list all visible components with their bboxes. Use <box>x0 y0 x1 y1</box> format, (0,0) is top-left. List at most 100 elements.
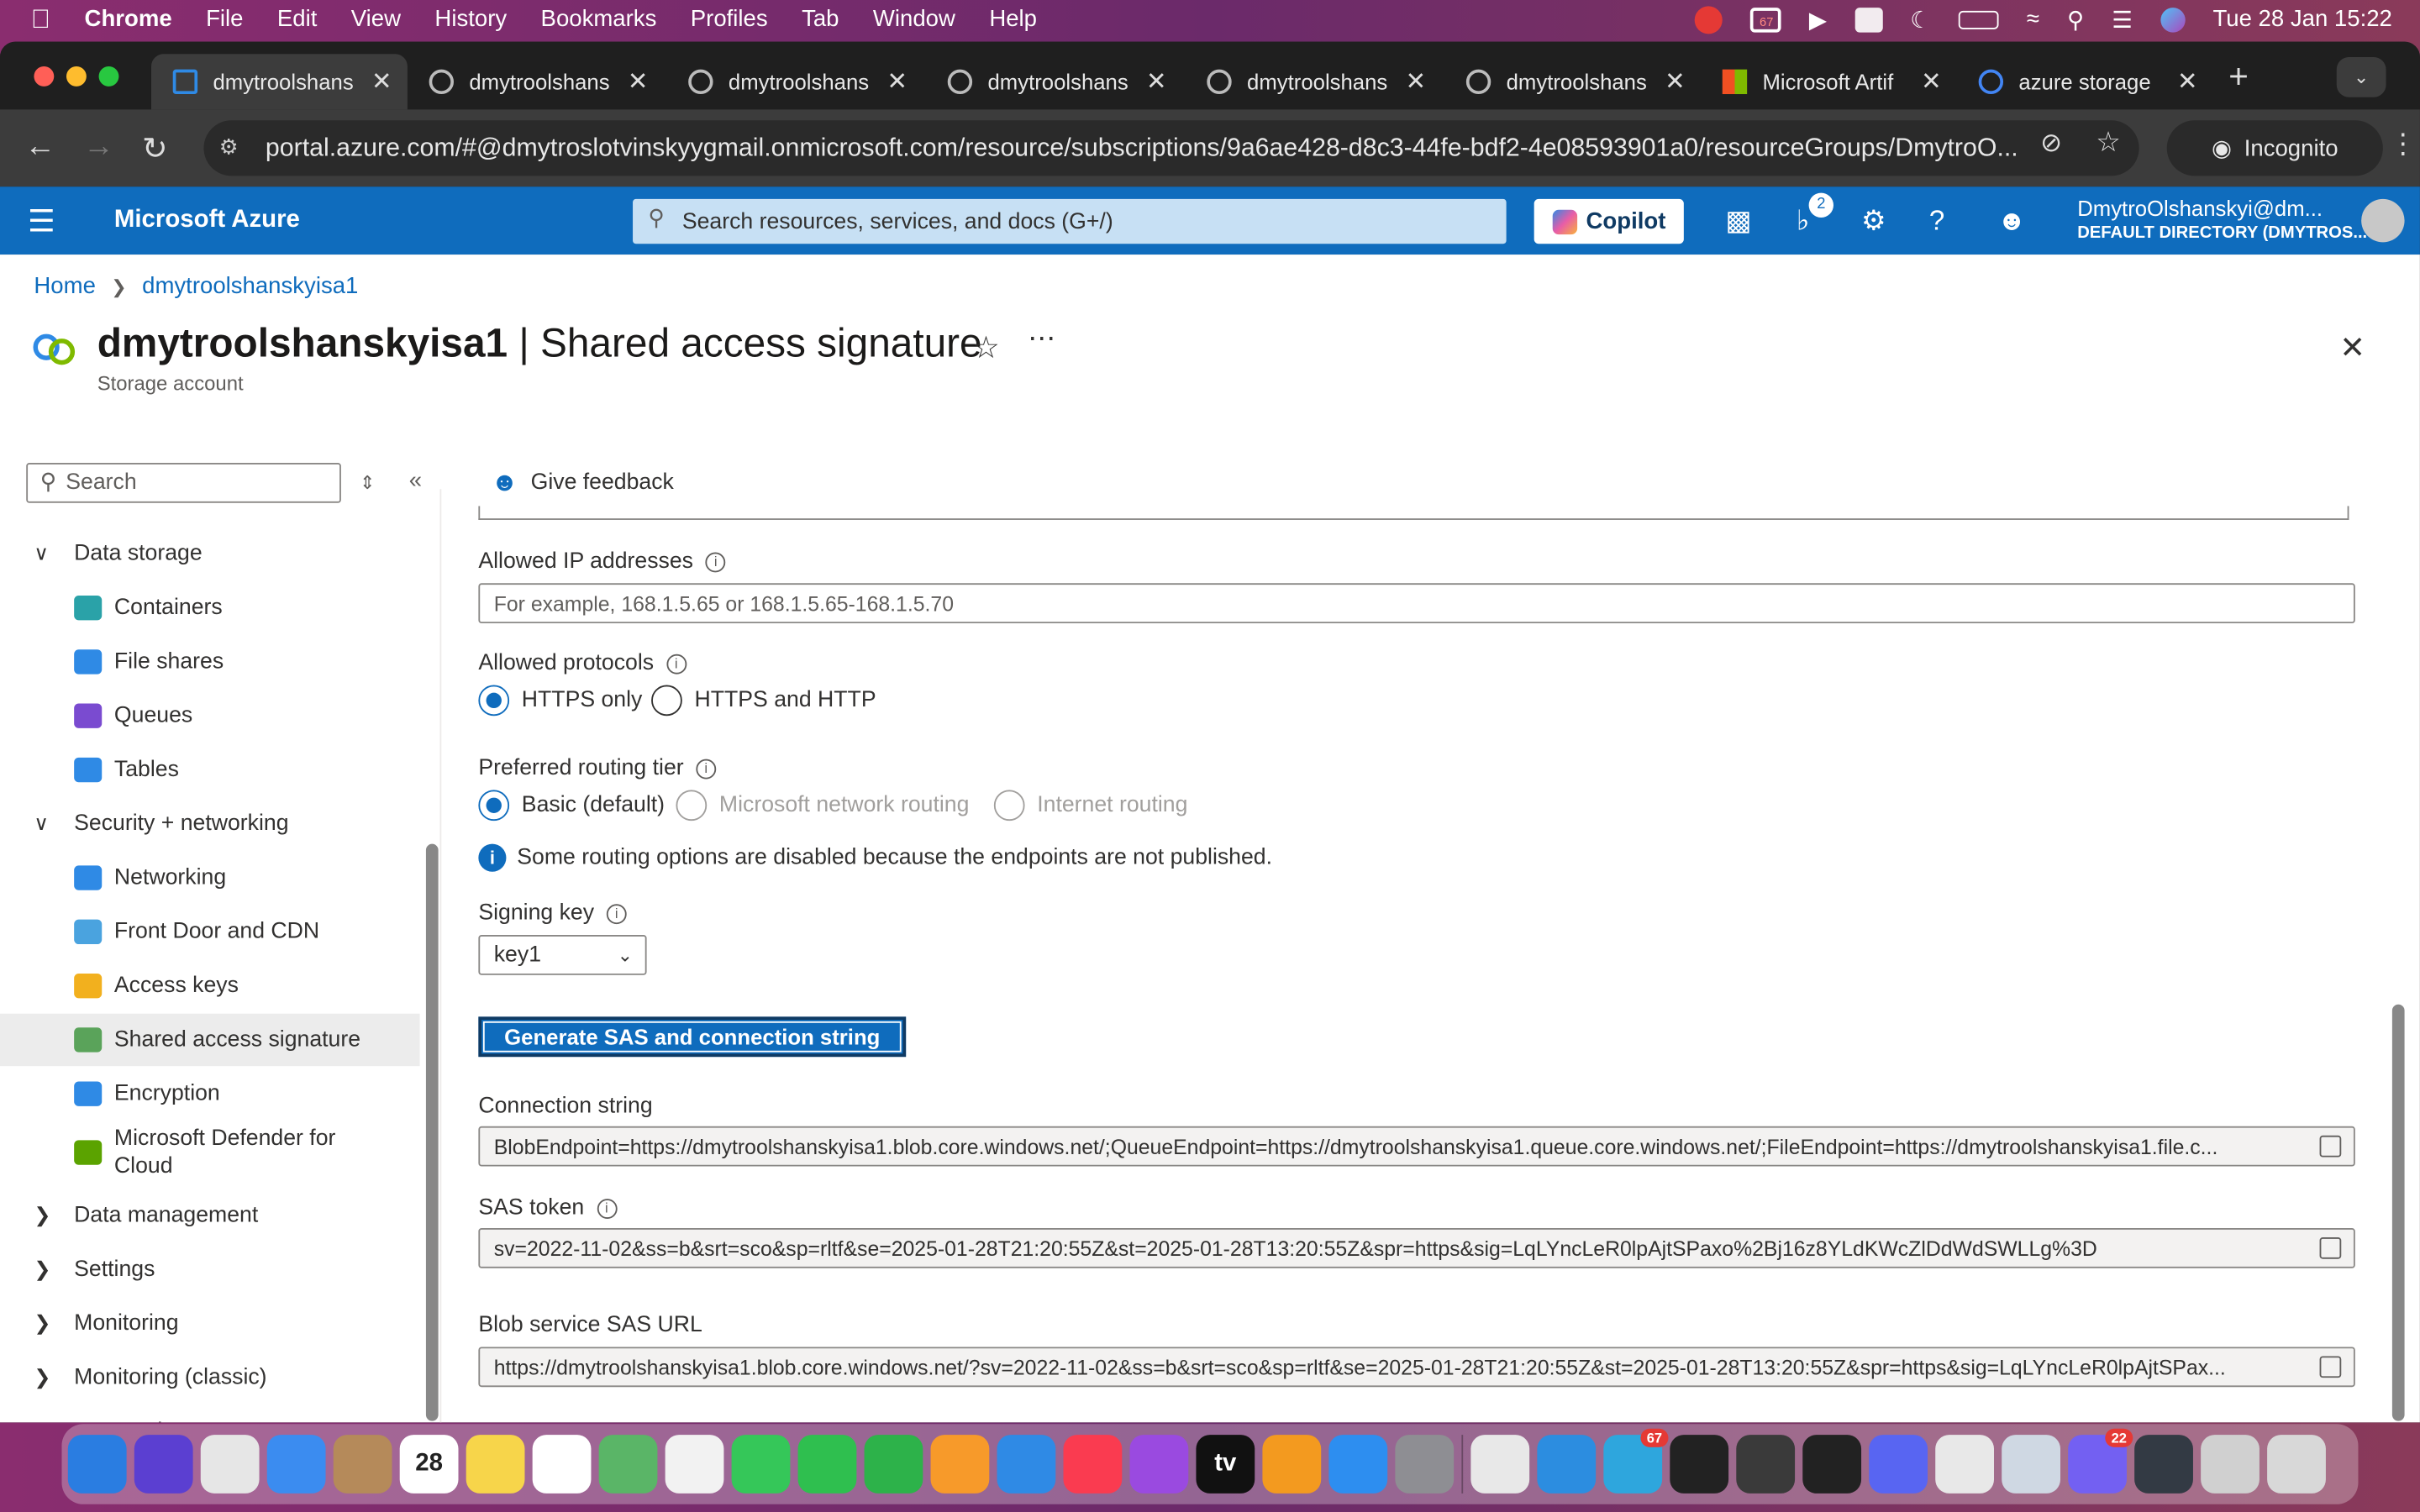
azure-brand[interactable]: Microsoft Azure <box>114 207 300 234</box>
dock-trash-icon[interactable] <box>2267 1435 2326 1494</box>
browser-tab[interactable]: dmytroolshans ✕ <box>926 54 1182 109</box>
browser-tab[interactable]: dmytroolshans ✕ <box>1186 54 1442 109</box>
sidebar-group-settings[interactable]: ❯ Settings <box>0 1243 420 1295</box>
breadcrumb-home[interactable]: Home <box>34 273 95 299</box>
avatar[interactable] <box>2361 198 2405 243</box>
menu-history[interactable]: History <box>434 6 507 32</box>
close-tab-icon[interactable]: ✕ <box>886 66 908 97</box>
siri-status-icon[interactable] <box>2160 7 2186 32</box>
sidebar-group-monitoring[interactable]: ❯ Monitoring <box>0 1298 420 1350</box>
sidebar-scrollbar[interactable] <box>425 843 439 1421</box>
dock-activity-monitor-icon[interactable] <box>1802 1435 1862 1494</box>
menu-help[interactable]: Help <box>989 6 1037 32</box>
sidebar-item-access-keys[interactable]: Access keys <box>0 959 420 1011</box>
new-tab-icon[interactable]: + <box>2228 57 2249 97</box>
incognito-badge[interactable]: ◉ Incognito <box>2166 120 2383 176</box>
copy-icon[interactable] <box>2319 1237 2342 1259</box>
radio-https-and-http[interactable]: HTTPS and HTTP <box>651 685 876 717</box>
dock-maps-icon[interactable] <box>598 1435 658 1494</box>
dock-sublime-icon[interactable] <box>1736 1435 1796 1494</box>
sidebar-item-containers[interactable]: Containers <box>0 581 420 633</box>
sort-toggle-icon[interactable]: ⇕ <box>360 472 375 494</box>
settings-gear-icon[interactable]: ⚙ <box>1861 205 1886 238</box>
close-blade-icon[interactable]: ✕ <box>2339 328 2365 367</box>
menu-window[interactable]: Window <box>873 6 955 32</box>
browser-tab[interactable]: dmytroolshans ✕ <box>408 54 664 109</box>
menu-edit[interactable]: Edit <box>277 6 317 32</box>
close-tab-icon[interactable]: ✕ <box>1665 66 1686 97</box>
main-scrollbar[interactable] <box>2391 1004 2405 1421</box>
browser-tab[interactable]: dmytroolshans ✕ <box>666 54 923 109</box>
menu-profiles[interactable]: Profiles <box>691 6 768 32</box>
info-icon[interactable]: i <box>606 903 627 924</box>
dock-books-icon[interactable] <box>1262 1435 1322 1494</box>
dock-launchpad-icon[interactable] <box>200 1435 260 1494</box>
browser-tab[interactable]: azure storage ✕ <box>1957 54 2213 109</box>
sidebar-group-data-storage[interactable]: ∨ Data storage <box>0 528 420 580</box>
copy-icon[interactable] <box>2319 1356 2342 1378</box>
dock-tv-icon[interactable]: tv <box>1196 1435 1255 1494</box>
sas-token-field[interactable]: sv=2022-11-02&ss=b&srt=sco&sp=rltf&se=20… <box>478 1228 2355 1268</box>
wifi-icon[interactable]: ≈ <box>2027 6 2039 32</box>
control-center-icon[interactable]: ☰ <box>2112 5 2133 33</box>
minimize-window-button[interactable] <box>66 66 87 87</box>
close-tab-icon[interactable]: ✕ <box>371 66 392 97</box>
generate-sas-button[interactable]: Generate SAS and connection string <box>478 1016 907 1058</box>
dock-window-2-icon[interactable] <box>2201 1435 2260 1494</box>
bookmark-star-icon[interactable]: ☆ <box>2096 127 2121 160</box>
sidebar-item-queues[interactable]: Queues <box>0 690 420 742</box>
dock-photos-icon[interactable] <box>665 1435 724 1494</box>
menu-tab[interactable]: Tab <box>802 6 839 32</box>
dock-podcasts-icon[interactable] <box>1129 1435 1189 1494</box>
browser-tab[interactable]: dmytroolshans ✕ <box>1444 54 1701 109</box>
dock-finder-icon[interactable] <box>67 1435 127 1494</box>
sidebar-item-file-shares[interactable]: File shares <box>0 636 420 688</box>
dock-pages-icon[interactable] <box>930 1435 990 1494</box>
info-icon[interactable]: i <box>596 1198 617 1219</box>
dock-music-icon[interactable] <box>1063 1435 1123 1494</box>
reload-icon[interactable]: ↻ <box>142 129 168 168</box>
dock-window-1-icon[interactable] <box>2134 1435 2193 1494</box>
zoom-window-button[interactable] <box>98 66 119 87</box>
give-feedback-button[interactable]: ☻ Give feedback <box>491 468 674 499</box>
dock-appstore-icon[interactable] <box>1328 1435 1388 1494</box>
menu-file[interactable]: File <box>206 6 243 32</box>
dock-reminders-icon[interactable] <box>532 1435 592 1494</box>
sidebar-item-shared-access-signature[interactable]: Shared access signature <box>0 1013 420 1067</box>
more-menu-icon[interactable]: ⋮ <box>2389 128 2417 160</box>
copy-icon[interactable] <box>2319 1135 2342 1158</box>
radio-button[interactable] <box>651 685 682 717</box>
sidebar-item-front-door-and-cdn[interactable]: Front Door and CDN <box>0 906 420 958</box>
dock-telegram-icon[interactable]: 67 <box>1603 1428 1669 1494</box>
cloud-shell-icon[interactable]: ▩ <box>1725 205 1751 238</box>
moon-icon[interactable]: ☾ <box>1910 5 1931 33</box>
info-icon[interactable]: i <box>666 653 687 674</box>
menubar-clock[interactable]: Tue 28 Jan 15:22 <box>2212 6 2391 32</box>
address-bar[interactable]: ⚙ portal.azure.com/#@dmytroslotvinskyygm… <box>203 120 2139 176</box>
apple-icon[interactable]:  <box>31 4 50 35</box>
sidebar-item-microsoft-defender-for-cloud[interactable]: Microsoft Defender for Cloud <box>0 1121 420 1183</box>
dock-chrome-icon[interactable] <box>1470 1435 1530 1494</box>
site-info-icon[interactable]: ⚙ <box>219 134 239 160</box>
info-icon[interactable]: i <box>696 758 717 779</box>
sidebar-group-data-management[interactable]: ❯ Data management <box>0 1189 420 1242</box>
sidebar-item-networking[interactable]: Networking <box>0 852 420 904</box>
more-options-icon[interactable]: ⋯ <box>1028 323 1055 355</box>
notifications-icon[interactable]: ♭ <box>1797 205 1810 238</box>
radio-button-selected[interactable] <box>478 790 510 822</box>
dock-settings-icon[interactable] <box>1395 1435 1455 1494</box>
hamburger-icon[interactable]: ☰ <box>28 202 55 241</box>
favorite-star-icon[interactable]: ☆ <box>972 328 1000 367</box>
browser-tab[interactable]: Microsoft Artif ✕ <box>1701 54 1957 109</box>
allowed-ip-input[interactable]: For example, 168.1.5.65 or 168.1.5.65-16… <box>478 583 2355 624</box>
sidebar-group-security-networking[interactable]: ∨ Security + networking <box>0 798 420 850</box>
sidebar-item-tables[interactable]: Tables <box>0 743 420 795</box>
global-search-input[interactable]: ⚲ Search resources, services, and docs (… <box>633 198 1507 244</box>
help-icon[interactable]: ? <box>1929 205 1944 238</box>
dock-preview-icon[interactable] <box>2002 1435 2060 1494</box>
close-tab-icon[interactable]: ✕ <box>1921 66 1942 97</box>
dock-contacts-icon[interactable] <box>333 1435 392 1494</box>
dock-facetime-icon[interactable] <box>797 1435 857 1494</box>
dock-calendar-icon[interactable]: 28 <box>399 1435 459 1494</box>
close-tab-icon[interactable]: ✕ <box>2177 66 2198 97</box>
